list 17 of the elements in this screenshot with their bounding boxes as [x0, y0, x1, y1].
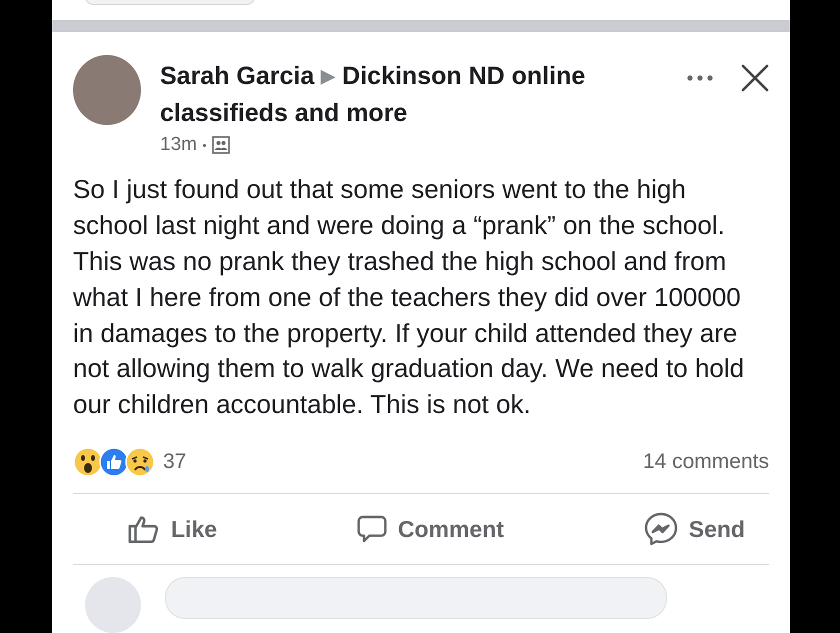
send-button[interactable]: Send [642, 511, 745, 547]
comment-button[interactable]: Comment [356, 513, 504, 545]
dot-icon [202, 144, 206, 147]
reaction-count[interactable]: 37 [163, 450, 186, 474]
like-button[interactable]: Like [127, 512, 218, 546]
post-text: So I just found out that some seniors went to the high school last night and were doing a “prank” on the school. This was no prank they trashed the high school and from what I here from one of the teachers they did over 100000 in damages to the property. If your child attended they are not allowing them to walk graduation day. We need to hold our children accountable. This is not ok. [73, 173, 746, 422]
messenger-icon [642, 511, 679, 547]
group-icon [212, 136, 230, 154]
surprised-emoji-icon [73, 447, 103, 477]
comment-input-field[interactable] [165, 577, 667, 619]
like-reaction-icon [99, 447, 129, 477]
close-icon[interactable] [741, 64, 769, 92]
post-time: 13m [160, 134, 197, 156]
comment-count[interactable]: 14 comments [642, 450, 769, 474]
crying-emoji-icon [125, 447, 155, 477]
more-options-icon[interactable] [687, 75, 713, 82]
speech-bubble-icon [356, 513, 388, 545]
